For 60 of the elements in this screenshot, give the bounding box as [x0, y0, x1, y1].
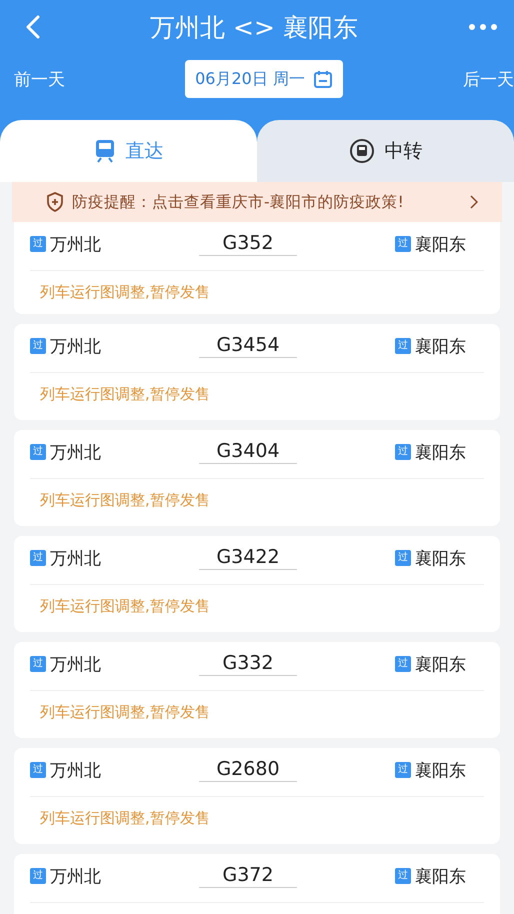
train-card[interactable]: 过 万州北 G3454 过 襄阳东 列车运行图调整,暂停发售 [14, 324, 500, 420]
back-icon[interactable] [26, 15, 40, 39]
train-card[interactable]: 过 万州北 G372 过 襄阳东 [14, 854, 500, 914]
pass-badge: 过 [395, 550, 411, 566]
sale-status: 列车运行图调整,暂停发售 [39, 808, 211, 828]
pass-badge: 过 [395, 762, 411, 778]
arrival-station: 襄阳东 [415, 548, 466, 570]
chevron-right-icon [470, 195, 478, 209]
arrival-station: 襄阳东 [415, 442, 466, 464]
train-number: G3404 [199, 440, 297, 464]
departure-station: 万州北 [50, 760, 101, 782]
pass-badge: 过 [395, 868, 411, 884]
train-number: G3454 [199, 334, 297, 358]
departure-station: 万州北 [50, 866, 101, 888]
departure-station: 万州北 [50, 548, 101, 570]
pass-badge: 过 [30, 762, 46, 778]
train-number: G352 [199, 232, 297, 256]
arrival-station: 襄阳东 [415, 654, 466, 676]
notice-banner[interactable]: 防疫提醒：点击查看重庆市-襄阳市的防疫政策! [12, 182, 502, 222]
train-card[interactable]: 过 万州北 G352 过 襄阳东 列车运行图调整,暂停发售 [14, 222, 500, 314]
train-card[interactable]: 过 万州北 G3422 过 襄阳东 列车运行图调整,暂停发售 [14, 536, 500, 632]
notice-text: 防疫提醒：点击查看重庆市-襄阳市的防疫政策! [72, 192, 405, 212]
more-icon[interactable] [468, 23, 498, 31]
train-card[interactable]: 过 万州北 G332 过 襄阳东 列车运行图调整,暂停发售 [14, 642, 500, 738]
train-number: G332 [199, 652, 297, 676]
pass-badge: 过 [30, 236, 46, 252]
circled-train-icon [348, 138, 374, 164]
departure-station: 万州北 [50, 442, 101, 464]
pass-badge: 过 [395, 444, 411, 460]
departure-station: 万州北 [50, 336, 101, 358]
tab[interactable]: 中转 [257, 120, 514, 182]
pass-badge: 过 [395, 656, 411, 672]
departure-station: 万州北 [50, 234, 101, 256]
departure-station: 万州北 [50, 654, 101, 676]
sale-status: 列车运行图调整,暂停发售 [39, 702, 211, 722]
train-icon [94, 139, 116, 163]
date-picker-button[interactable]: 06月20日 周一 [185, 60, 343, 98]
train-number: G372 [199, 864, 297, 888]
sale-status: 列车运行图调整,暂停发售 [39, 596, 211, 616]
arrival-station: 襄阳东 [415, 336, 466, 358]
train-card[interactable]: 过 万州北 G2680 过 襄阳东 列车运行图调整,暂停发售 [14, 748, 500, 844]
calendar-icon [312, 69, 333, 89]
sale-status: 列车运行图调整,暂停发售 [39, 490, 211, 510]
train-card[interactable]: 过 万州北 G3404 过 襄阳东 列车运行图调整,暂停发售 [14, 430, 500, 526]
arrival-station: 襄阳东 [415, 866, 466, 888]
pass-badge: 过 [30, 656, 46, 672]
route-title: 万州北 <> 襄阳东 [150, 12, 358, 44]
arrival-station: 襄阳东 [415, 234, 466, 256]
train-number: G3422 [199, 546, 297, 570]
sale-status: 列车运行图调整,暂停发售 [39, 384, 211, 404]
sale-status: 列车运行图调整,暂停发售 [39, 282, 211, 302]
pass-badge: 过 [30, 338, 46, 354]
pass-badge: 过 [395, 338, 411, 354]
pass-badge: 过 [30, 550, 46, 566]
pass-badge: 过 [395, 236, 411, 252]
pass-badge: 过 [30, 444, 46, 460]
shield-icon [46, 192, 64, 212]
pass-badge: 过 [30, 868, 46, 884]
arrival-station: 襄阳东 [415, 760, 466, 782]
train-number: G2680 [199, 758, 297, 782]
